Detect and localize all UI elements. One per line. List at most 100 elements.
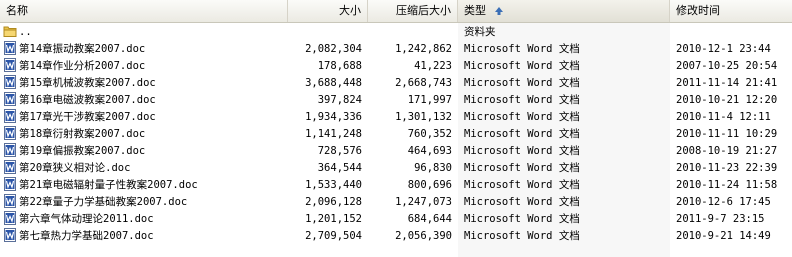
- file-type-cell: 资料夹: [464, 26, 496, 38]
- modified-time-cell: 2010-11-24 11:58: [676, 179, 778, 191]
- compressed-size-cell: 96,830: [414, 162, 452, 174]
- column-header-modified[interactable]: 修改时间: [670, 0, 792, 22]
- column-header-bar: 名称 大小 压缩后大小 类型 修改时间: [0, 0, 792, 23]
- file-name-text: 第18章衍射教案2007.doc: [19, 128, 146, 140]
- compressed-size-cell: 171,997: [407, 94, 452, 106]
- file-type-cell: Microsoft Word 文档: [464, 162, 580, 174]
- modified-time-cell: 2010-11-4 12:11: [676, 111, 771, 123]
- compressed-size-cell: 2,668,743: [395, 77, 452, 89]
- file-row[interactable]: 第21章电磁辐射量子性教案2007.doc 1,533,440 800,696 Mic…: [0, 177, 792, 194]
- compressed-size-cell: 41,223: [414, 60, 452, 72]
- word-doc-icon: [4, 109, 16, 123]
- file-name-text: 第15章机械波教案2007.doc: [19, 77, 156, 89]
- modified-time-cell: 2008-10-19 21:27: [676, 145, 778, 157]
- file-name-text: 第六章气体动理论2011.doc: [19, 213, 154, 225]
- file-name-cell: ..: [3, 24, 288, 41]
- file-name-text: 第14章作业分析2007.doc: [19, 60, 146, 72]
- file-size-cell: 2,082,304: [305, 43, 362, 55]
- file-name-text: 第21章电磁辐射量子性教案2007.doc: [19, 179, 198, 191]
- file-row[interactable]: 第七章热力学基础2007.doc 2,709,504 2,056,390 Micros…: [0, 228, 792, 245]
- file-name-cell: 第14章作业分析2007.doc: [3, 58, 288, 75]
- file-size-cell: 1,201,152: [305, 213, 362, 225]
- file-size-cell: 397,824: [317, 94, 362, 106]
- file-row[interactable]: 第19章偏振教案2007.doc 728,576 464,693 Microsoft …: [0, 143, 792, 160]
- file-name-text: 第16章电磁波教案2007.doc: [19, 94, 156, 106]
- modified-time-cell: 2007-10-25 20:54: [676, 60, 778, 72]
- modified-time-cell: 2010-12-1 23:44: [676, 43, 771, 55]
- file-type-cell: Microsoft Word 文档: [464, 111, 580, 123]
- file-type-cell: Microsoft Word 文档: [464, 196, 580, 208]
- modified-time-cell: 2010-11-11 10:29: [676, 128, 778, 140]
- compressed-size-cell: 684,644: [407, 213, 452, 225]
- modified-time-cell: 2010-11-23 22:39: [676, 162, 778, 174]
- modified-time-cell: 2010-10-21 12:20: [676, 94, 778, 106]
- modified-time-cell: 2011-9-7 23:15: [676, 213, 765, 225]
- file-type-cell: Microsoft Word 文档: [464, 145, 580, 157]
- column-header-type[interactable]: 类型: [458, 0, 670, 22]
- file-type-cell: Microsoft Word 文档: [464, 213, 580, 225]
- file-name-cell: 第20章狭义相对论.doc: [3, 160, 288, 177]
- file-row[interactable]: 第14章作业分析2007.doc 178,688 41,223 Microsoft W…: [0, 58, 792, 75]
- file-list-view: 名称 大小 压缩后大小 类型 修改时间 .. 资料夹第14章振动教案2007.do…: [0, 0, 792, 257]
- word-doc-icon: [4, 211, 16, 225]
- compressed-size-cell: 760,352: [407, 128, 452, 140]
- file-size-cell: 1,533,440: [305, 179, 362, 191]
- file-row[interactable]: 第16章电磁波教案2007.doc 397,824 171,997 Microsoft…: [0, 92, 792, 109]
- word-doc-icon: [4, 194, 16, 208]
- word-doc-icon: [4, 160, 16, 174]
- modified-time-cell: 2011-11-14 21:41: [676, 77, 778, 89]
- file-name-cell: 第16章电磁波教案2007.doc: [3, 92, 288, 109]
- file-name-cell: 第21章电磁辐射量子性教案2007.doc: [3, 177, 288, 194]
- compressed-size-cell: 1,247,073: [395, 196, 452, 208]
- file-row[interactable]: 第六章气体动理论2011.doc 1,201,152 684,644 Microsof…: [0, 211, 792, 228]
- file-row[interactable]: 第22章量子力学基础教案2007.doc 2,096,128 1,247,073 Mi…: [0, 194, 792, 211]
- file-size-cell: 2,709,504: [305, 230, 362, 242]
- file-name-text: 第19章偏振教案2007.doc: [19, 145, 146, 157]
- file-row[interactable]: 第17章光干涉教案2007.doc 1,934,336 1,301,132 Micro…: [0, 109, 792, 126]
- file-size-cell: 364,544: [317, 162, 362, 174]
- file-row[interactable]: 第14章振动教案2007.doc 2,082,304 1,242,862 Micros…: [0, 41, 792, 58]
- compressed-size-cell: 2,056,390: [395, 230, 452, 242]
- file-type-cell: Microsoft Word 文档: [464, 94, 580, 106]
- file-row[interactable]: 第18章衍射教案2007.doc 1,141,248 760,352 Microsof…: [0, 126, 792, 143]
- file-size-cell: 1,934,336: [305, 111, 362, 123]
- file-name-text: 第14章振动教案2007.doc: [19, 43, 146, 55]
- file-row[interactable]: 第15章机械波教案2007.doc 3,688,448 2,668,743 Micro…: [0, 75, 792, 92]
- column-header-size[interactable]: 大小: [288, 0, 368, 22]
- word-doc-icon: [4, 41, 16, 55]
- file-type-cell: Microsoft Word 文档: [464, 128, 580, 140]
- compressed-size-cell: 1,301,132: [395, 111, 452, 123]
- word-doc-icon: [4, 92, 16, 106]
- compressed-size-cell: 464,693: [407, 145, 452, 157]
- file-size-cell: 728,576: [317, 145, 362, 157]
- file-name-cell: 第22章量子力学基础教案2007.doc: [3, 194, 288, 211]
- modified-time-cell: 2010-12-6 17:45: [676, 196, 771, 208]
- file-size-cell: 178,688: [317, 60, 362, 72]
- file-type-cell: Microsoft Word 文档: [464, 60, 580, 72]
- file-name-cell: 第14章振动教案2007.doc: [3, 41, 288, 58]
- word-doc-icon: [4, 75, 16, 89]
- file-name-cell: 第六章气体动理论2011.doc: [3, 211, 288, 228]
- file-name-cell: 第15章机械波教案2007.doc: [3, 75, 288, 92]
- file-size-cell: 3,688,448: [305, 77, 362, 89]
- file-type-cell: Microsoft Word 文档: [464, 77, 580, 89]
- file-name-text: 第17章光干涉教案2007.doc: [19, 111, 156, 123]
- compressed-size-cell: 800,696: [407, 179, 452, 191]
- file-name-cell: 第七章热力学基础2007.doc: [3, 228, 288, 245]
- word-doc-icon: [4, 58, 16, 72]
- word-doc-icon: [4, 228, 16, 242]
- file-type-cell: Microsoft Word 文档: [464, 230, 580, 242]
- compressed-size-cell: 1,242,862: [395, 43, 452, 55]
- column-header-type-label: 类型: [464, 4, 486, 17]
- file-type-cell: Microsoft Word 文档: [464, 179, 580, 191]
- column-header-compressed-size[interactable]: 压缩后大小: [368, 0, 458, 22]
- file-type-cell: Microsoft Word 文档: [464, 43, 580, 55]
- word-doc-icon: [4, 126, 16, 140]
- parent-folder-row[interactable]: .. 资料夹: [0, 24, 792, 41]
- word-doc-icon: [4, 177, 16, 191]
- sort-ascending-arrow-icon: [495, 7, 503, 15]
- file-row[interactable]: 第20章狭义相对论.doc 364,544 96,830 Microsoft Word…: [0, 160, 792, 177]
- file-name-text: ..: [19, 26, 32, 38]
- file-size-cell: 1,141,248: [305, 128, 362, 140]
- column-header-name[interactable]: 名称: [0, 0, 288, 22]
